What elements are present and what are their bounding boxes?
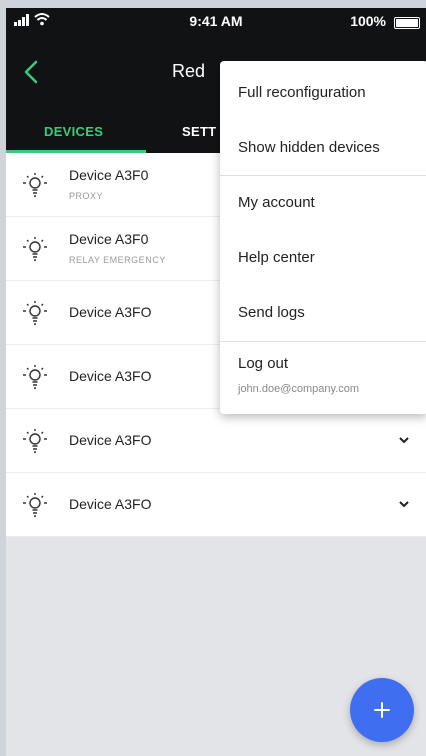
device-name: Device A3FO	[69, 368, 152, 384]
bulb-icon	[23, 237, 47, 261]
battery-icon	[394, 17, 420, 29]
status-bar: 9:41 AM 100%	[6, 8, 426, 36]
device-name: Device A3F0	[69, 231, 149, 247]
overflow-menu: Full reconfiguration Show hidden devices…	[220, 61, 426, 414]
list-item[interactable]: Device A3FO	[6, 409, 426, 473]
tab-devices[interactable]: DEVICES	[44, 124, 103, 139]
device-name: Device A3F0	[69, 167, 149, 183]
tab-settings[interactable]: SETT	[182, 124, 216, 139]
bulb-icon	[23, 301, 47, 325]
device-subtitle: RELAY EMERGENCY	[69, 255, 166, 265]
chevron-down-icon[interactable]	[398, 498, 410, 510]
menu-divider	[220, 175, 426, 176]
menu-item-full-reconfiguration[interactable]: Full reconfiguration	[238, 84, 366, 101]
menu-item-show-hidden-devices[interactable]: Show hidden devices	[238, 139, 380, 156]
battery-percent: 100%	[350, 13, 386, 29]
menu-item-log-out[interactable]: Log out	[238, 355, 288, 372]
menu-item-send-logs[interactable]: Send logs	[238, 304, 305, 321]
bulb-icon	[23, 493, 47, 517]
chevron-down-icon[interactable]	[398, 434, 410, 446]
back-icon[interactable]	[18, 58, 46, 86]
device-name: Device A3FO	[69, 304, 152, 320]
device-name: Device A3FO	[69, 432, 152, 448]
menu-item-help-center[interactable]: Help center	[238, 249, 315, 266]
add-device-button[interactable]	[350, 678, 414, 742]
plus-icon	[374, 702, 390, 718]
bulb-icon	[23, 429, 47, 453]
menu-divider	[220, 341, 426, 342]
app-screen: 9:41 AM 100% Red DEVICES SETT Device A3F…	[6, 8, 426, 756]
page-title: Red	[172, 61, 206, 81]
account-email: john.doe@company.com	[238, 383, 360, 395]
bulb-icon	[23, 173, 47, 197]
device-subtitle: PROXY	[69, 191, 104, 201]
device-name: Device A3FO	[69, 496, 152, 512]
menu-item-my-account[interactable]: My account	[238, 194, 315, 211]
list-item[interactable]: Device A3FO	[6, 473, 426, 537]
bulb-icon	[23, 365, 47, 389]
